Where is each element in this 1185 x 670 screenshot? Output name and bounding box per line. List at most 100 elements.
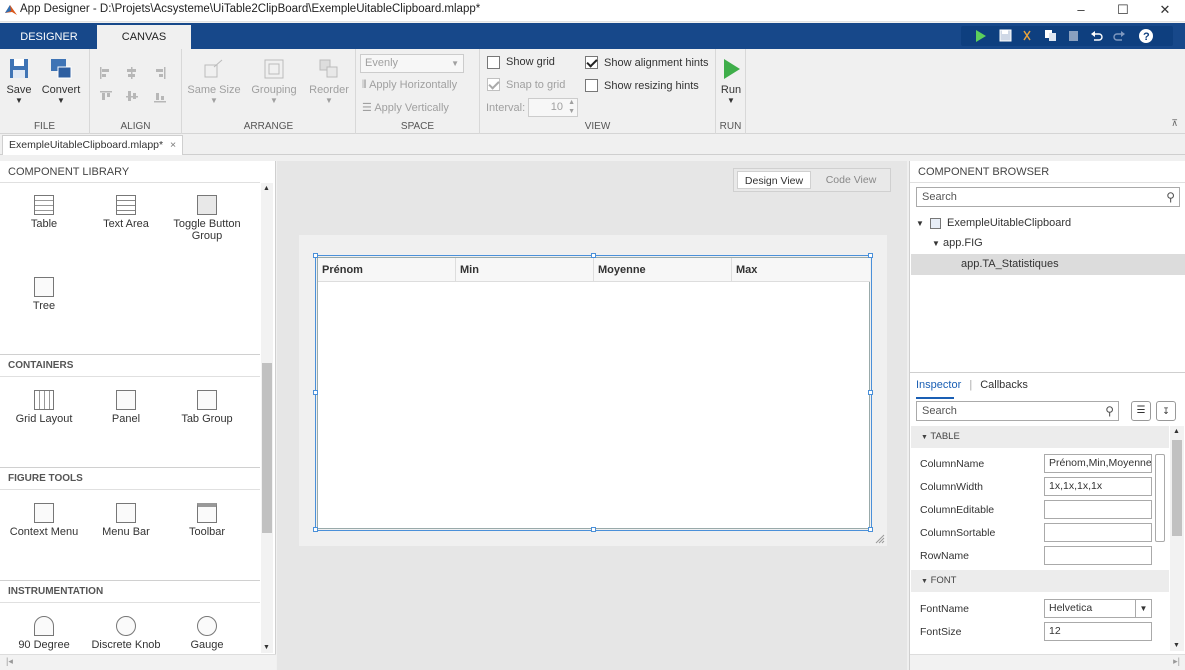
- list-view-icon: ☰: [1136, 405, 1146, 416]
- library-hscrollbar[interactable]: |◂: [0, 654, 276, 670]
- tab-canvas[interactable]: CANVAS: [97, 25, 191, 49]
- resize-handle[interactable]: [313, 390, 318, 395]
- close-window-button[interactable]: ✕: [1143, 0, 1185, 22]
- paste-icon[interactable]: [1067, 29, 1080, 42]
- column-width-field[interactable]: 1x,1x,1x,1x: [1044, 477, 1152, 496]
- library-item-toolbar[interactable]: Toolbar: [167, 503, 247, 538]
- apply-horizontally-button[interactable]: ⫴ Apply Horizontally: [362, 79, 457, 92]
- show-grid-label: Show grid: [506, 56, 555, 68]
- group-header-table[interactable]: ▼ TABLE: [911, 426, 1169, 448]
- app-figure[interactable]: Prénom Min Moyenne Max: [299, 235, 887, 546]
- group-header-font[interactable]: ▼ FONT: [911, 570, 1169, 592]
- scroll-down-icon[interactable]: ▼: [1173, 642, 1180, 649]
- show-grid-checkbox[interactable]: [487, 56, 500, 69]
- library-item-table[interactable]: Table: [4, 195, 84, 230]
- run-button[interactable]: Run ▼: [718, 57, 744, 105]
- resize-handle[interactable]: [868, 253, 873, 258]
- undo-icon[interactable]: [1090, 29, 1104, 42]
- resize-handle[interactable]: [313, 527, 318, 532]
- space-select[interactable]: Evenly ▼: [360, 54, 464, 73]
- document-tab-label: ExempleUitableClipboard.mlapp*: [9, 139, 164, 151]
- browser-search-input[interactable]: Search ⚲: [916, 187, 1180, 207]
- scroll-up-icon[interactable]: ▲: [263, 185, 270, 192]
- library-item-text-area[interactable]: Text Area: [86, 195, 166, 230]
- redo-icon[interactable]: [1112, 29, 1126, 42]
- apply-vertically-button[interactable]: ☰ Apply Vertically: [362, 101, 449, 114]
- spinner-arrows-icon[interactable]: ▲ ▼: [568, 98, 575, 116]
- close-tab-icon[interactable]: ×: [170, 139, 176, 151]
- library-item-gauge[interactable]: Gauge: [167, 616, 247, 651]
- library-item-tree[interactable]: Tree: [4, 277, 84, 312]
- snap-to-grid-checkbox[interactable]: [487, 78, 500, 91]
- tab-callbacks[interactable]: Callbacks: [980, 379, 1028, 391]
- scroll-up-icon[interactable]: ▲: [1173, 428, 1180, 435]
- apply-horizontally-label: Apply Horizontally: [369, 79, 458, 91]
- font-size-field[interactable]: 12: [1044, 622, 1152, 641]
- library-item-90-degree-gauge[interactable]: 90 Degree: [4, 616, 84, 651]
- resize-handle[interactable]: [313, 253, 318, 258]
- resize-handle[interactable]: [868, 390, 873, 395]
- space-select-value: Evenly: [365, 57, 399, 69]
- maximize-button[interactable]: ☐: [1101, 0, 1145, 22]
- tree-node-app[interactable]: ▼ ExempleUitableClipboard: [916, 217, 1071, 229]
- convert-button[interactable]: Convert ▼: [38, 57, 84, 105]
- design-view-button[interactable]: Design View: [737, 171, 811, 189]
- figure-resize-grip-icon[interactable]: [873, 532, 885, 544]
- column-editable-field[interactable]: [1044, 500, 1152, 519]
- search-icon: ⚲: [1166, 190, 1175, 204]
- library-item-tab-group[interactable]: Tab Group: [167, 390, 247, 425]
- scroll-left-icon[interactable]: |◂: [6, 656, 13, 667]
- resize-handle[interactable]: [591, 527, 596, 532]
- scroll-thumb[interactable]: [1172, 440, 1182, 536]
- save-button[interactable]: Save ▼: [4, 57, 34, 105]
- reorder-button[interactable]: Reorder ▼: [306, 57, 352, 105]
- expand-arrow-icon[interactable]: ▼: [916, 219, 924, 228]
- font-name-select[interactable]: Helvetica ▼: [1044, 599, 1152, 618]
- tree-node-figure[interactable]: ▼ app.FIG: [932, 237, 983, 249]
- library-scrollbar[interactable]: ▲ ▼: [261, 183, 273, 653]
- column-sortable-field[interactable]: [1044, 523, 1152, 542]
- document-tab[interactable]: ExempleUitableClipboard.mlapp* ×: [2, 135, 184, 155]
- chevron-down-icon[interactable]: ▼: [1135, 600, 1151, 617]
- run-icon[interactable]: [975, 30, 987, 42]
- scroll-down-icon[interactable]: ▼: [263, 644, 270, 651]
- sort-alpha-button[interactable]: ↧: [1156, 401, 1176, 421]
- copy-icon[interactable]: [1044, 29, 1057, 42]
- show-resizing-hints-checkbox[interactable]: [585, 79, 598, 92]
- scroll-right-icon[interactable]: ▸|: [1173, 656, 1180, 667]
- inspector-search-input[interactable]: Search ⚲: [916, 401, 1119, 421]
- tab-designer[interactable]: DESIGNER: [16, 25, 82, 49]
- library-item-menu-bar[interactable]: Menu Bar: [86, 503, 166, 538]
- grouping-button[interactable]: Grouping ▼: [246, 57, 302, 105]
- menu-bar-icon: [116, 503, 136, 523]
- minimize-button[interactable]: –: [1059, 0, 1103, 22]
- same-size-button[interactable]: Same Size ▼: [186, 57, 242, 105]
- column-name-field[interactable]: Prénom,Min,Moyenne: [1044, 454, 1152, 473]
- tree-node-table[interactable]: app.TA_Statistiques: [911, 254, 1185, 275]
- library-item-panel[interactable]: Panel: [86, 390, 166, 425]
- library-item-toggle-button-group[interactable]: Toggle Button Group: [167, 195, 247, 242]
- scroll-thumb[interactable]: [262, 363, 272, 533]
- browser-hscrollbar[interactable]: ▸|: [910, 654, 1185, 670]
- library-item-discrete-knob[interactable]: Discrete Knob: [86, 616, 166, 651]
- cut-icon[interactable]: [1021, 29, 1034, 42]
- help-icon[interactable]: ?: [1138, 28, 1154, 44]
- text-area-icon: [116, 195, 136, 215]
- resize-handle[interactable]: [591, 253, 596, 258]
- show-alignment-hints-checkbox[interactable]: [585, 56, 598, 69]
- prop-name: ColumnSortable: [920, 527, 996, 539]
- inspector-scrollbar[interactable]: ▲ ▼: [1170, 426, 1184, 651]
- library-item-context-menu[interactable]: Context Menu: [4, 503, 84, 538]
- search-icon: ⚲: [1105, 404, 1114, 418]
- save-icon[interactable]: [999, 29, 1012, 42]
- library-item-grid-layout[interactable]: Grid Layout: [4, 390, 84, 425]
- group-view-button[interactable]: ☰: [1131, 401, 1151, 421]
- tab-inspector[interactable]: Inspector: [916, 379, 961, 391]
- row-name-field[interactable]: [1044, 546, 1152, 565]
- align-icons[interactable]: [98, 65, 174, 107]
- collapse-ribbon-icon[interactable]: ⊼: [1171, 118, 1178, 129]
- vertical-resize-handle[interactable]: [1155, 454, 1165, 542]
- expand-arrow-icon[interactable]: ▼: [932, 239, 940, 248]
- interval-spinner[interactable]: 10 ▲ ▼: [528, 98, 578, 117]
- code-view-button[interactable]: Code View: [814, 171, 888, 189]
